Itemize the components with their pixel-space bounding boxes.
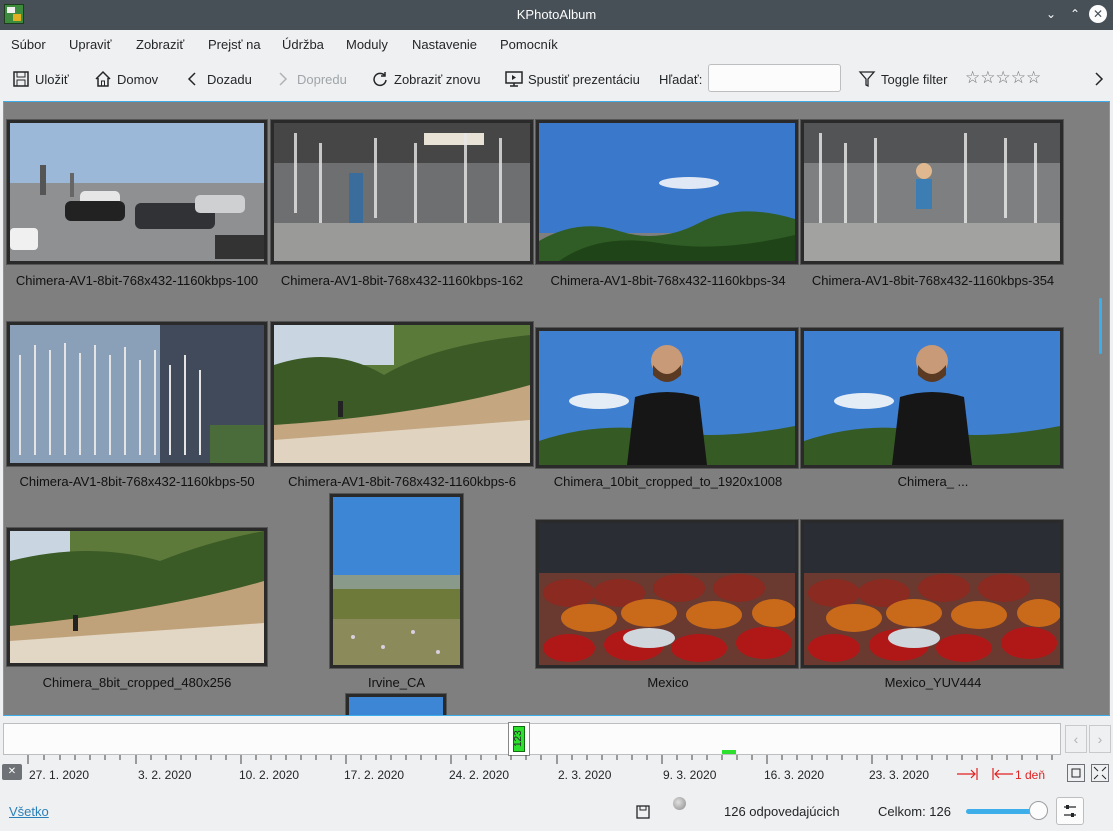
thumbnail-image[interactable]	[271, 322, 533, 466]
home-icon	[94, 70, 112, 88]
slideshow-button[interactable]: Spustiť prezentáciu	[505, 69, 640, 89]
forward-button[interactable]: Dopredu	[274, 69, 347, 89]
back-label: Dozadu	[207, 71, 252, 87]
thumbnail-image[interactable]	[801, 120, 1063, 264]
menu-file[interactable]: Súbor	[11, 37, 46, 52]
slideshow-label: Spustiť prezentáciu	[528, 71, 640, 87]
thumbnail-view[interactable]: Chimera-AV1-8bit-768x432-1160kbps-100 Ch…	[3, 101, 1110, 716]
thumbnail-image[interactable]	[7, 322, 267, 466]
slideshow-icon	[505, 70, 523, 88]
menu-view[interactable]: Zobraziť	[136, 37, 184, 52]
back-button[interactable]: Dozadu	[184, 69, 252, 89]
thumbnail-caption: Mexico_YUV444	[884, 675, 982, 690]
thumbnail-image[interactable]	[271, 120, 533, 264]
thumbnail-caption: Mexico	[647, 675, 689, 690]
search-label: Hľadať:	[659, 71, 703, 87]
timeline-scroll-right-icon[interactable]: ›	[1089, 725, 1111, 753]
window-title: KPhotoAlbum	[516, 7, 597, 22]
timeline-selection-marker[interactable]: 123	[508, 722, 530, 756]
thumbnail-image[interactable]	[536, 520, 798, 668]
timeline-date-label: 9. 3. 2020	[663, 768, 717, 782]
save-label: Uložiť	[35, 71, 69, 87]
back-arrow-icon	[184, 70, 202, 88]
thumbnail-caption: Irvine_CA	[367, 675, 426, 690]
toggle-filter-label: Toggle filter	[881, 71, 948, 87]
thumbnail-image[interactable]	[7, 528, 267, 666]
matching-count: 126 odpovedajúcich	[724, 804, 840, 819]
minimize-icon[interactable]: ⌄	[1043, 6, 1059, 22]
forward-label: Dopredu	[297, 71, 347, 87]
menu-bar: Súbor Upraviť Zobraziť Prejsť na Údržba …	[0, 30, 1113, 58]
sliders-icon	[1064, 805, 1076, 817]
timeline-date-label: 10. 2. 2020	[239, 768, 300, 782]
timeline-bar-count: 123	[513, 726, 525, 752]
menu-edit[interactable]: Upraviť	[69, 37, 111, 52]
thumbnail-image[interactable]	[801, 520, 1063, 668]
thumbnail-image[interactable]	[346, 694, 446, 715]
menu-help[interactable]: Pomocník	[500, 37, 558, 52]
menu-plugins[interactable]: Moduly	[346, 37, 388, 52]
save-icon	[12, 70, 30, 88]
home-button[interactable]: Domov	[94, 69, 158, 89]
save-button[interactable]: Uložiť	[12, 69, 69, 89]
timeline-ticks	[27, 755, 1053, 764]
filter-icon	[858, 70, 876, 88]
thumbnail-caption: Chimera-AV1-8bit-768x432-1160kbps-50	[19, 474, 255, 489]
search-input[interactable]	[708, 64, 841, 92]
save-status-icon[interactable]	[636, 805, 650, 822]
thumbnail-caption: Chimera-AV1-8bit-768x432-1160kbps-354	[811, 273, 1055, 288]
thumbnail-image[interactable]	[536, 120, 798, 264]
redisplay-button[interactable]: Zobraziť znovu	[371, 69, 481, 89]
timeline-scroll-left-icon[interactable]: ‹	[1065, 725, 1087, 753]
clear-date-range-icon[interactable]: ✕	[2, 764, 22, 780]
zoom-out-icon[interactable]	[1067, 764, 1085, 782]
timeline-bar	[722, 750, 736, 754]
thumbnail-caption: Chimera-AV1-8bit-768x432-1160kbps-34	[550, 273, 786, 288]
zoom-in-icon[interactable]	[1091, 764, 1109, 782]
show-all-link[interactable]: Všetko	[9, 804, 49, 819]
timeline-date-label: 23. 3. 2020	[869, 768, 930, 782]
thumbnail-caption: Chimera-AV1-8bit-768x432-1160kbps-162	[280, 273, 524, 288]
home-label: Domov	[117, 71, 159, 87]
timeline-unit-label: 1 deň	[1015, 768, 1046, 782]
gallery-scrollbar[interactable]	[1099, 298, 1102, 354]
rating-filter-stars[interactable]: ☆☆☆☆☆	[965, 68, 1041, 88]
thumbnail-image[interactable]	[7, 120, 267, 264]
menu-settings[interactable]: Nastavenie	[412, 37, 477, 52]
menu-maintenance[interactable]: Údržba	[282, 37, 324, 52]
thumbnail-size-slider-handle[interactable]	[1029, 801, 1048, 820]
settings-sliders-button[interactable]	[1056, 797, 1084, 825]
timeline-date-label: 27. 1. 2020	[29, 768, 90, 782]
status-indicator-icon	[673, 797, 686, 810]
thumbnail-image[interactable]	[330, 494, 463, 668]
thumbnail-image[interactable]	[801, 328, 1063, 468]
menu-go[interactable]: Prejsť na	[208, 37, 261, 52]
close-icon[interactable]: ✕	[1089, 5, 1107, 23]
total-count: Celkom: 126	[878, 804, 951, 819]
timeline-date-label: 3. 2. 2020	[138, 768, 192, 782]
thumbnail-caption: Chimera-AV1-8bit-768x432-1160kbps-6	[288, 474, 516, 489]
unit-span-icon	[957, 768, 1013, 780]
date-timeline[interactable]	[3, 723, 1061, 755]
timeline-date-label: 24. 2. 2020	[449, 768, 510, 782]
thumbnail-image[interactable]	[536, 328, 798, 468]
forward-arrow-icon	[274, 70, 292, 88]
thumbnail-caption: Chimera_8bit_cropped_480x256	[42, 675, 232, 690]
toggle-filter-button[interactable]: Toggle filter	[858, 69, 947, 89]
title-bar: KPhotoAlbum ⌄ ⌃ ✕	[0, 0, 1113, 30]
timeline-date-label: 16. 3. 2020	[764, 768, 825, 782]
thumbnail-caption: Chimera_10bit_cropped_to_1920x1008	[553, 474, 783, 489]
redisplay-label: Zobraziť znovu	[394, 71, 481, 87]
thumbnail-caption: Chimera_ ...	[897, 474, 969, 489]
maximize-icon[interactable]: ⌃	[1067, 6, 1083, 22]
timeline-date-label: 17. 2. 2020	[344, 768, 405, 782]
thumbnail-size-slider[interactable]	[966, 809, 1038, 814]
timeline-date-label: 2. 3. 2020	[558, 768, 612, 782]
thumbnail-caption: Chimera-AV1-8bit-768x432-1160kbps-100	[15, 273, 259, 288]
toolbar-overflow-icon[interactable]	[1093, 69, 1105, 89]
main-toolbar: Uložiť Domov Dozadu Dopredu Zobraziť zno…	[0, 60, 1113, 96]
refresh-icon	[371, 70, 389, 88]
